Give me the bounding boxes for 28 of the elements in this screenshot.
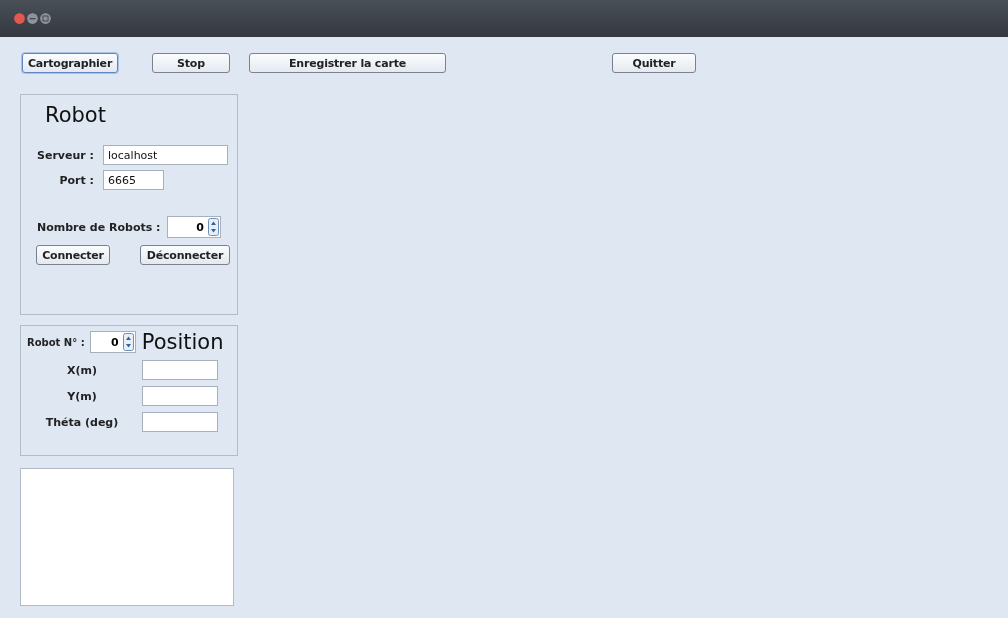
panel-title: Robot [45, 103, 106, 127]
spinner-arrows-icon[interactable] [208, 218, 219, 236]
field-label: Robot N° : [27, 336, 85, 348]
toolbar-button[interactable]: Cartographier [22, 53, 118, 73]
field-label: Théta (deg) [44, 415, 120, 429]
maximize-icon[interactable] [40, 13, 51, 24]
panel-title: Position [141, 330, 224, 354]
input-field[interactable]: 6665 [103, 170, 164, 190]
input-field[interactable] [142, 360, 218, 380]
field-label: Serveur : [36, 148, 94, 162]
close-icon[interactable] [14, 13, 25, 24]
input-field[interactable] [142, 412, 218, 432]
number-spinner[interactable]: 0 [167, 216, 221, 238]
panel-button[interactable]: Déconnecter [140, 245, 230, 265]
text-area[interactable] [20, 468, 234, 606]
field-label: X(m) [66, 363, 98, 377]
number-spinner[interactable]: 0 [89, 331, 136, 353]
input-field[interactable] [142, 386, 218, 406]
input-field[interactable]: localhost [103, 145, 228, 165]
field-label: Y(m) [66, 389, 98, 403]
field-label: Port : [58, 173, 94, 187]
spinner-arrows-icon[interactable] [122, 333, 134, 351]
panel-button[interactable]: Connecter [36, 245, 110, 265]
field-label: Nombre de Robots : [37, 220, 162, 234]
toolbar-button[interactable]: Enregistrer la carte [249, 53, 446, 73]
toolbar-button[interactable]: Stop [152, 53, 230, 73]
minimize-icon[interactable] [27, 13, 38, 24]
toolbar-button[interactable]: Quitter [612, 53, 696, 73]
